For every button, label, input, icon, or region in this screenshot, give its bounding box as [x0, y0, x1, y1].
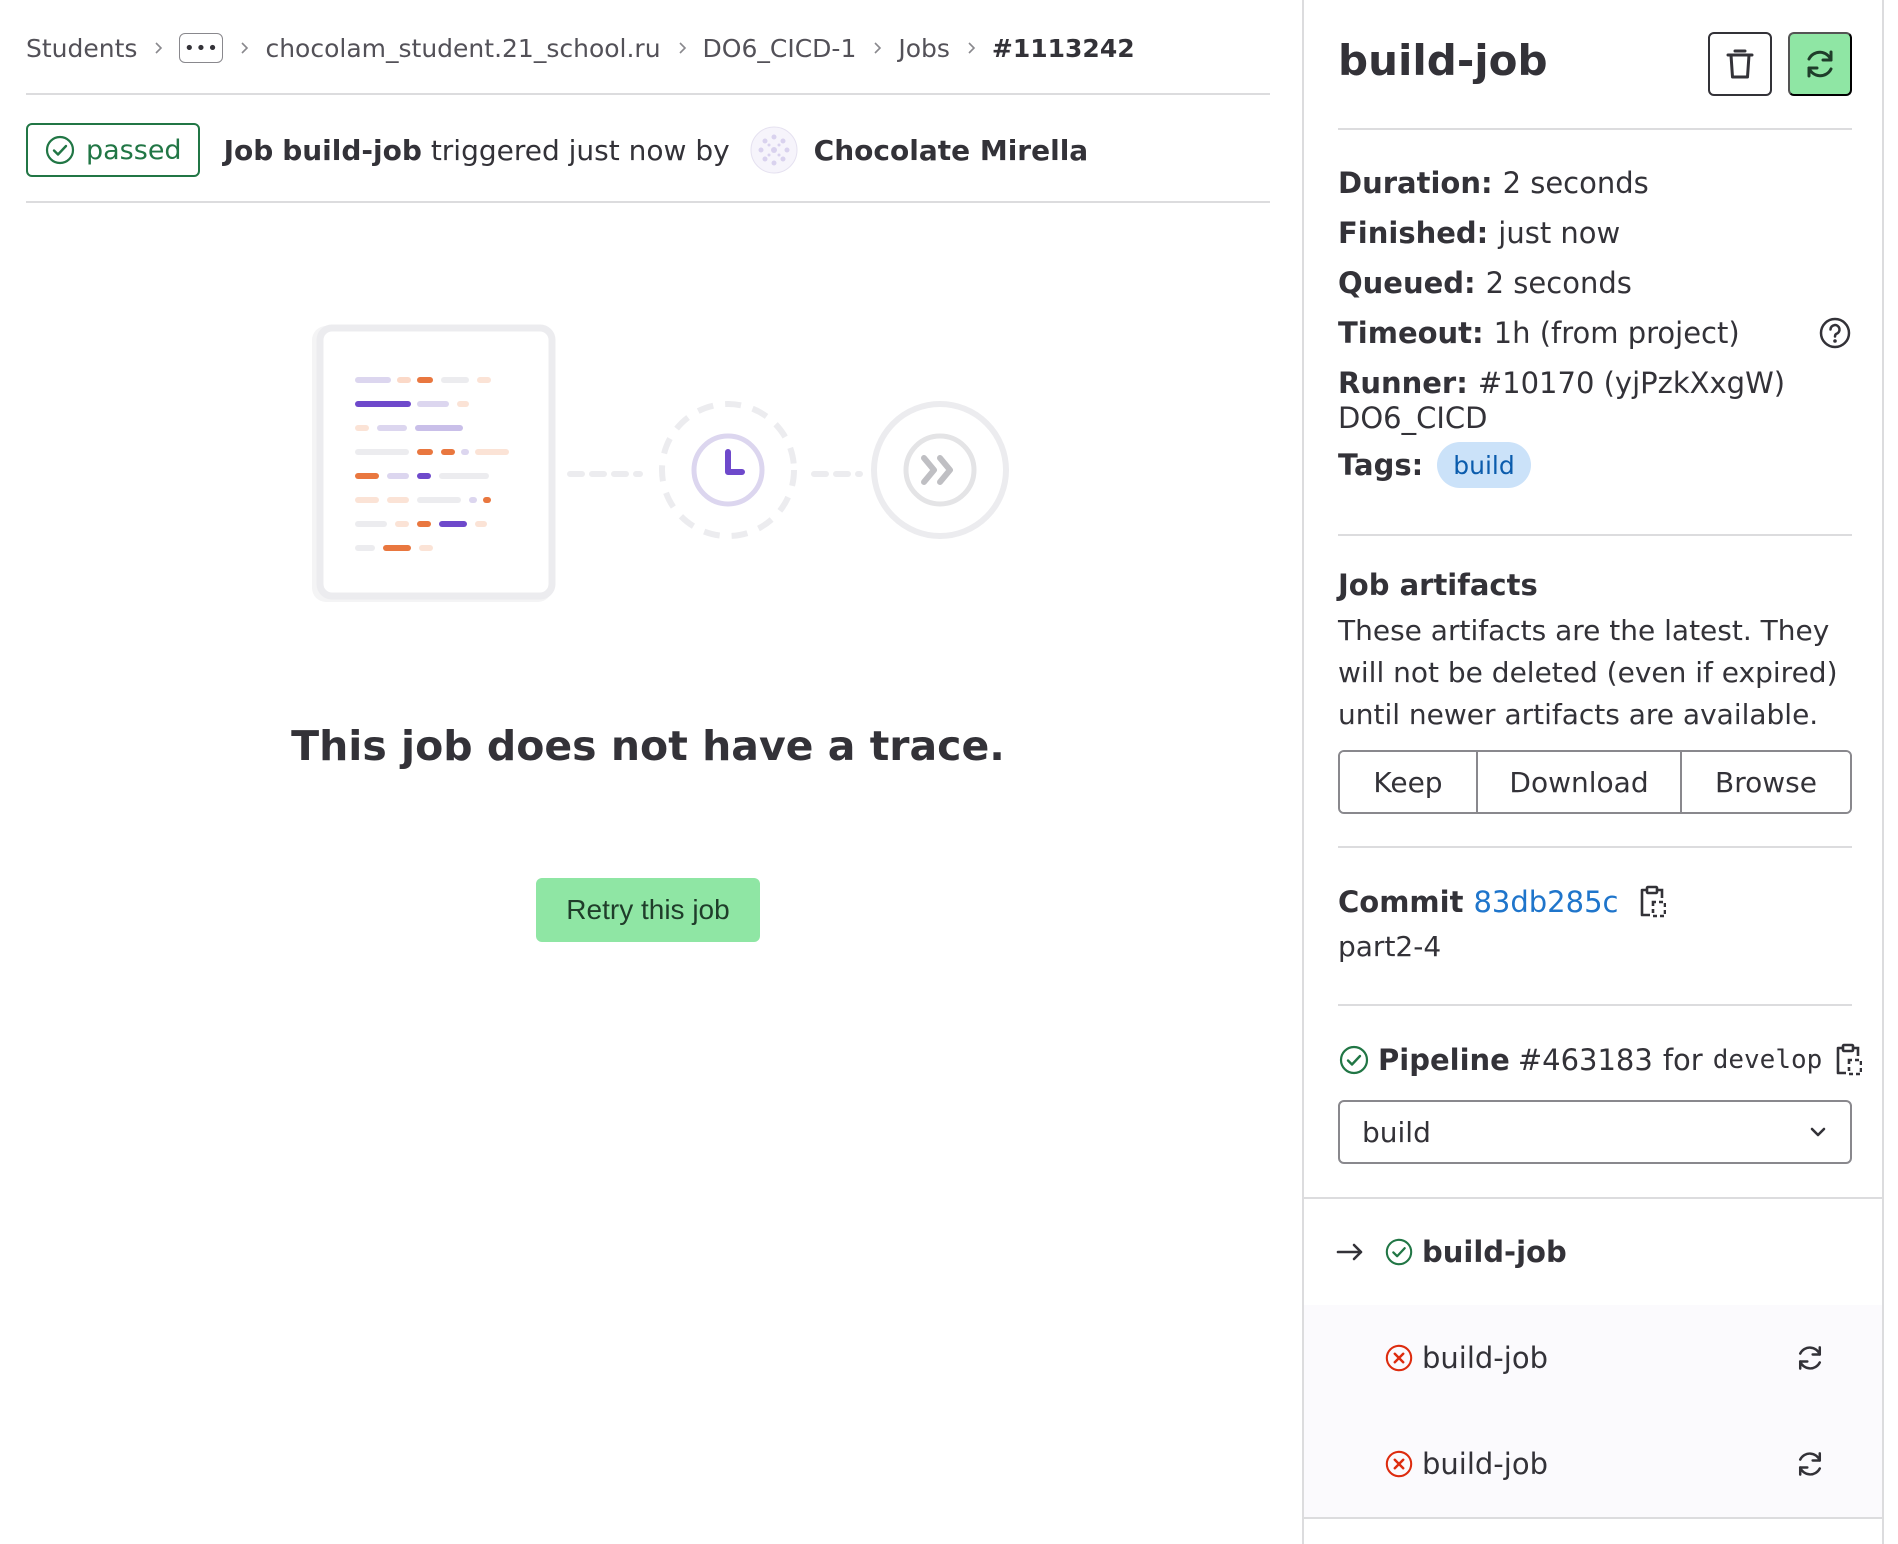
empty-state-illustration: [310, 320, 1030, 620]
divider: [1304, 1517, 1882, 1519]
retry-job-button[interactable]: Retry this job: [536, 878, 760, 942]
finished-value: just now: [1498, 216, 1621, 250]
pipeline-ref-link[interactable]: develop: [1713, 1045, 1823, 1075]
tag-badge: build: [1437, 442, 1531, 488]
pipeline-label: Pipeline: [1378, 1043, 1510, 1077]
retry-icon[interactable]: [1794, 1448, 1826, 1480]
commit-label: Commit: [1338, 885, 1464, 919]
list-item[interactable]: build-job: [1304, 1199, 1882, 1305]
divider: [1338, 846, 1852, 848]
divider: [1338, 1004, 1852, 1006]
job-artifacts: Job artifacts These artifacts are the la…: [1338, 568, 1852, 814]
triggered-text: triggered just now by: [430, 133, 730, 167]
finished-label: Finished:: [1338, 216, 1489, 250]
breadcrumb-item-project[interactable]: DO6_CICD-1: [703, 34, 857, 63]
chevron-right-icon: [237, 41, 251, 55]
check-circle-icon: [44, 134, 76, 166]
commit-message: part2-4: [1338, 930, 1442, 963]
divider: [26, 201, 1270, 203]
status-badge[interactable]: passed: [26, 123, 200, 177]
chevron-right-icon: [964, 41, 978, 55]
download-artifacts-button[interactable]: Download: [1478, 752, 1682, 812]
breadcrumb-item-user[interactable]: chocolam_student.21_school.ru: [265, 34, 660, 63]
breadcrumb: Students ••• chocolam_student.21_school.…: [26, 28, 1135, 68]
queued-row: Queued: 2 seconds: [1338, 258, 1852, 308]
queued-label: Queued:: [1338, 266, 1476, 300]
job-item-label: build-job: [1422, 1235, 1567, 1269]
retry-job-icon-button[interactable]: [1788, 32, 1852, 96]
duration-row: Duration: 2 seconds: [1338, 158, 1852, 208]
divider: [1338, 534, 1852, 536]
tags-label: Tags:: [1338, 448, 1424, 482]
job-details: Duration: 2 seconds Finished: just now Q…: [1338, 158, 1852, 494]
erase-job-button[interactable]: [1708, 32, 1772, 96]
chevron-right-icon: [675, 41, 689, 55]
job-sidebar: build-job Duration: 2 seconds Finished: …: [1302, 0, 1884, 1544]
artifacts-button-group: Keep Download Browse: [1338, 750, 1852, 814]
divider: [1338, 128, 1852, 130]
artifacts-description: These artifacts are the latest. They wil…: [1338, 614, 1838, 731]
author-link[interactable]: Chocolate Mirella: [814, 134, 1089, 167]
copy-clipboard-icon[interactable]: [1638, 885, 1667, 919]
sidebar-title: build-job: [1338, 36, 1548, 85]
artifacts-title: Job artifacts: [1338, 568, 1538, 602]
arrow-right-icon: [1336, 1242, 1364, 1262]
stage-dropdown-value: build: [1362, 1115, 1431, 1149]
finished-row: Finished: just now: [1338, 208, 1852, 258]
runner-label: Runner:: [1338, 366, 1468, 400]
divider: [26, 93, 1270, 95]
pipeline-for-text: for: [1662, 1043, 1703, 1077]
job-header: passed Job build-job triggered just now …: [26, 122, 1088, 178]
pipeline-id-link[interactable]: #463183: [1518, 1043, 1653, 1077]
timeout-value: 1h (from project): [1493, 316, 1740, 350]
breadcrumb-current-job[interactable]: #1113242: [992, 34, 1135, 63]
timeout-row: Timeout: 1h (from project): [1338, 308, 1852, 358]
browse-artifacts-button[interactable]: Browse: [1682, 752, 1850, 812]
duration-value: 2 seconds: [1502, 166, 1649, 200]
avatar[interactable]: [750, 126, 798, 174]
job-name: build-job: [282, 133, 422, 167]
chevron-down-icon: [1808, 1122, 1828, 1142]
timeout-label: Timeout:: [1338, 316, 1484, 350]
runner-description-row: DO6_CICD: [1338, 400, 1852, 436]
runner-value: #10170 (yjPzkXxgW): [1477, 366, 1786, 400]
check-circle-icon[interactable]: [1338, 1044, 1370, 1076]
chevron-right-icon: [151, 41, 165, 55]
failed-circle-icon: [1384, 1449, 1414, 1479]
chevron-right-icon: [870, 41, 884, 55]
breadcrumb-ellipsis-button[interactable]: •••: [179, 33, 224, 63]
stage-jobs-list: build-job build-job build-job: [1304, 1197, 1882, 1519]
duration-label: Duration:: [1338, 166, 1493, 200]
empty-state-title: This job does not have a trace.: [291, 722, 1005, 770]
queued-value: 2 seconds: [1485, 266, 1632, 300]
breadcrumb-item-students[interactable]: Students: [26, 34, 137, 63]
question-circle-icon[interactable]: [1818, 316, 1852, 350]
runner-description: DO6_CICD: [1338, 401, 1488, 435]
check-circle-icon: [1384, 1237, 1414, 1267]
retry-icon: [1802, 46, 1838, 82]
trash-icon: [1725, 47, 1755, 81]
stage-dropdown[interactable]: build: [1338, 1100, 1852, 1164]
job-item-label: build-job: [1422, 1341, 1548, 1375]
breadcrumb-item-jobs[interactable]: Jobs: [898, 34, 950, 63]
job-item-label: build-job: [1422, 1447, 1548, 1481]
main-content: Students ••• chocolam_student.21_school.…: [26, 0, 1270, 1544]
failed-circle-icon: [1384, 1343, 1414, 1373]
status-badge-label: passed: [86, 134, 182, 166]
list-item[interactable]: build-job: [1304, 1411, 1882, 1517]
tags-row: Tags: build: [1338, 436, 1852, 494]
retry-icon[interactable]: [1794, 1342, 1826, 1374]
commit-info: Commit 83db285c part2-4: [1338, 880, 1852, 963]
commit-sha-link[interactable]: 83db285c: [1473, 885, 1618, 919]
job-header-text: Job build-job triggered just now by: [224, 134, 730, 167]
job-prefix: Job: [223, 133, 274, 167]
list-item[interactable]: build-job: [1304, 1305, 1882, 1411]
pipeline-info: Pipeline #463183 for develop: [1338, 1038, 1863, 1082]
keep-artifacts-button[interactable]: Keep: [1340, 752, 1478, 812]
copy-clipboard-icon[interactable]: [1834, 1043, 1863, 1077]
